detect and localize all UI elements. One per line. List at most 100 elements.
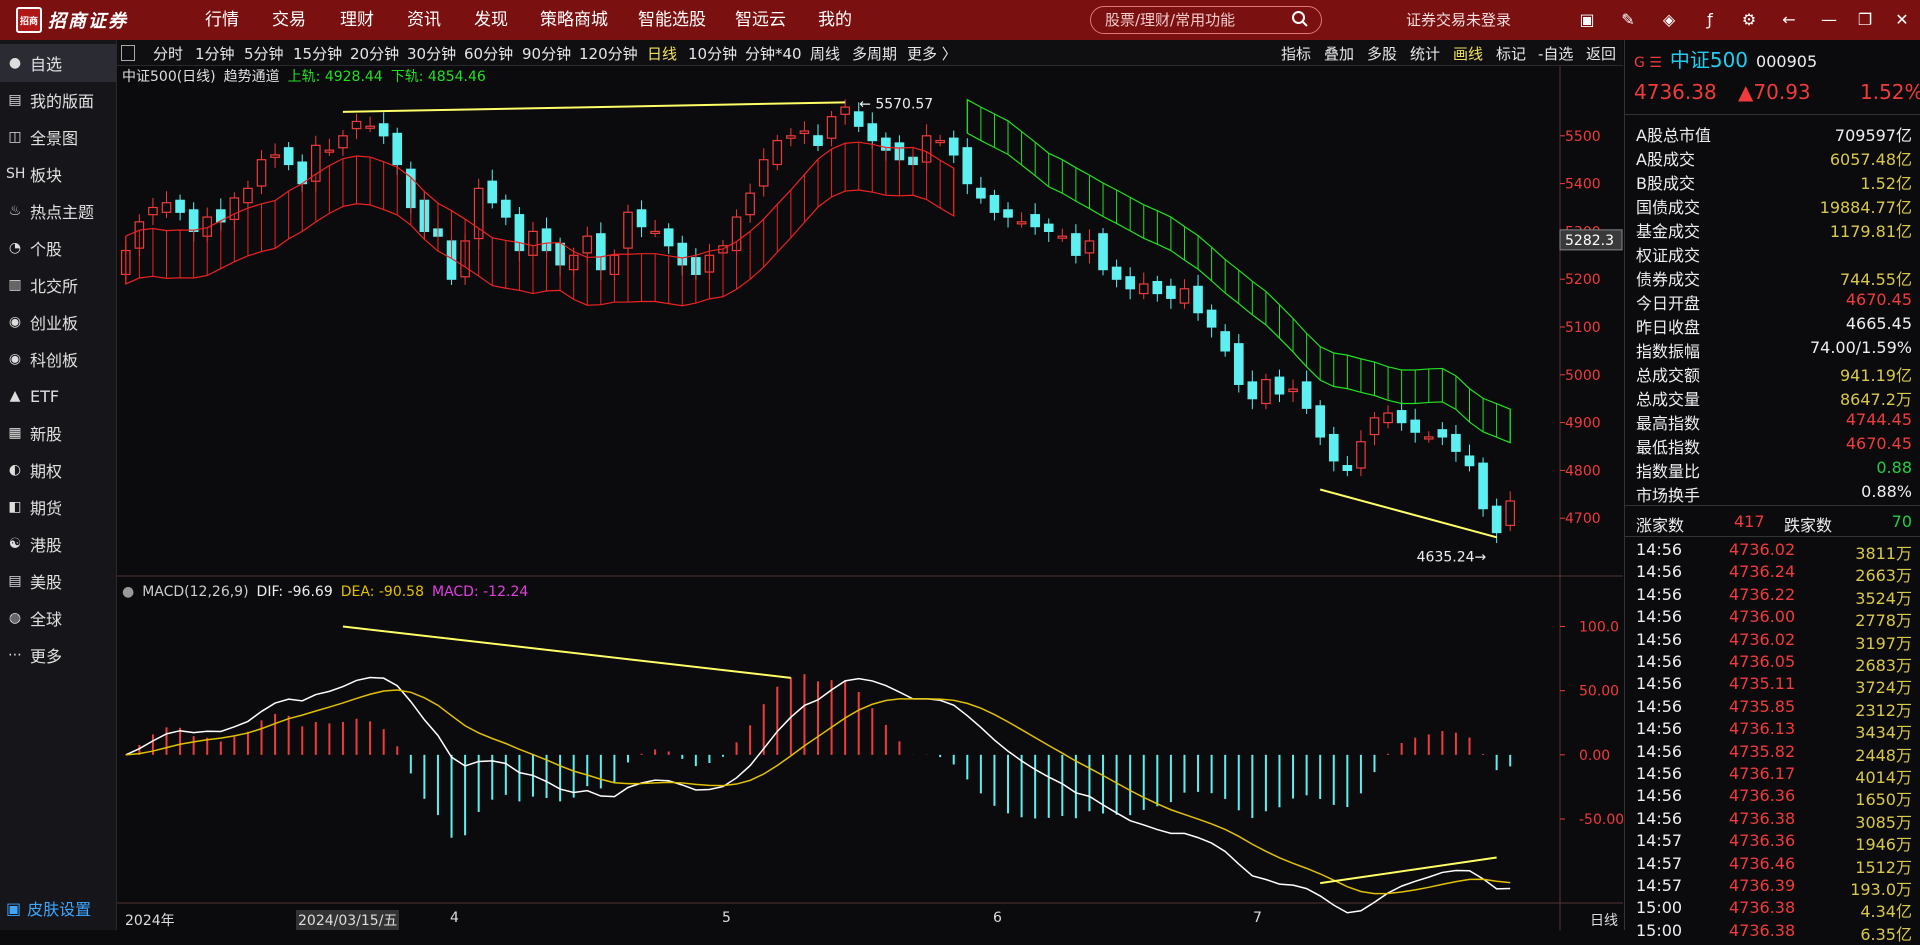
quote-header: G ☰ 中证500 000905 [1634, 44, 1817, 73]
tool-btn-6[interactable]: -自选 [1538, 43, 1573, 64]
tick-price: 4736.00 [1729, 607, 1796, 627]
macd-axis-label: 100.0 [1579, 620, 1619, 636]
tick-row: 14:56 4736.24 2663万 [1624, 562, 1920, 585]
login-status[interactable]: 证券交易未登录 [1406, 0, 1511, 40]
menu-quotes[interactable]: 行情 [205, 0, 239, 40]
sidebar-item-5[interactable]: ◔ 个股 [0, 229, 116, 267]
tick-time: 14:56 [1636, 719, 1683, 739]
stat-value: 4665.45 [1845, 314, 1912, 333]
skin-settings[interactable]: ▣ 皮肤设置 [0, 888, 116, 928]
period-btn-2[interactable]: 5分钟 [244, 43, 284, 64]
period-btn-6[interactable]: 60分钟 [464, 43, 513, 64]
period-btn-12[interactable]: 周线 [810, 43, 840, 64]
tool-btn-7[interactable]: 返回 [1586, 43, 1616, 64]
menu-mine[interactable]: 我的 [818, 0, 852, 40]
candle-body [365, 125, 375, 129]
menu-wealth[interactable]: 理财 [340, 0, 374, 40]
stat-row: 总成交量 8647.2万 [1624, 384, 1920, 409]
tick-time: 14:56 [1636, 607, 1683, 627]
sidebar-item-7[interactable]: ◉ 创业板 [0, 303, 116, 341]
period-btn-4[interactable]: 20分钟 [350, 43, 399, 64]
search-input[interactable]: 股票/理财/常用功能 [1090, 6, 1322, 34]
sidebar-item-2[interactable]: ◫ 全景图 [0, 118, 116, 156]
candle-body [297, 161, 308, 185]
sidebar-item-label: 美股 [30, 573, 63, 592]
search-icon[interactable] [1291, 10, 1309, 28]
candle-body [813, 135, 823, 146]
stat-row: 最高指数 4744.45 [1624, 408, 1920, 433]
stat-row: 最低指数 4670.45 [1624, 432, 1920, 457]
menu-news[interactable]: 资讯 [407, 0, 441, 40]
period-btn-7[interactable]: 90分钟 [522, 43, 571, 64]
restore-icon[interactable]: ❐ [1855, 10, 1875, 30]
menu-strategy-mall[interactable]: 策略商城 [540, 0, 608, 40]
etf-icon: ▲ [9, 388, 21, 404]
period-btn-3[interactable]: 15分钟 [293, 43, 342, 64]
sidebar-item-12[interactable]: ◧ 期货 [0, 488, 116, 526]
period-btn-1[interactable]: 1分钟 [195, 43, 235, 64]
menu-discover[interactable]: 发现 [474, 0, 508, 40]
panel-toggle-icon[interactable] [121, 45, 135, 61]
menu-trade[interactable]: 交易 [272, 0, 306, 40]
tick-row: 14:56 4736.02 3197万 [1624, 630, 1920, 653]
sidebar-item-0[interactable]: ● 自选 [0, 44, 116, 82]
x-axis-label: 5 [722, 910, 731, 926]
stat-value: 744.55亿 [1840, 270, 1912, 289]
stat-label: 昨日收盘 [1636, 318, 1701, 337]
gear-icon[interactable]: ⚙ [1739, 10, 1759, 30]
sidebar-item-3[interactable]: SH 板块 [0, 155, 116, 193]
up-count: 417 [1734, 512, 1765, 531]
sidebar-item-11[interactable]: ◐ 期权 [0, 451, 116, 489]
stat-label: 指数振幅 [1636, 342, 1701, 361]
tick-row: 15:00 4736.38 4.34亿 [1624, 898, 1920, 921]
candle-body [1261, 378, 1271, 405]
sidebar-item-9[interactable]: ▲ ETF [0, 377, 116, 415]
period-btn-14[interactable]: 更多 〉 [907, 43, 957, 64]
tool-btn-1[interactable]: 叠加 [1324, 43, 1354, 64]
tool-btn-2[interactable]: 多股 [1367, 43, 1397, 64]
candle-body [1369, 417, 1380, 436]
tool-btn-4[interactable]: 画线 [1453, 43, 1483, 64]
tick-time: 14:56 [1636, 764, 1683, 783]
menu-smart-picker[interactable]: 智能选股 [638, 0, 706, 40]
sidebar-item-15[interactable]: ◍ 全球 [0, 599, 116, 637]
close-icon[interactable]: ✕ [1892, 10, 1912, 30]
period-btn-10[interactable]: 10分钟 [688, 43, 737, 64]
sidebar-item-10[interactable]: ▦ 新股 [0, 414, 116, 452]
back-icon[interactable]: ← [1779, 10, 1799, 30]
brand-logo[interactable]: 招商 招商证券 [16, 7, 144, 33]
trade-icon[interactable]: ▣ [1577, 10, 1597, 30]
tool-btn-0[interactable]: 指标 [1281, 43, 1311, 64]
tick-volume: 1650万 [1855, 790, 1912, 810]
menu-zhiyuan-cloud[interactable]: 智远云 [735, 0, 786, 40]
period-btn-11[interactable]: 分钟*40 [745, 43, 802, 64]
sidebar-item-8[interactable]: ◉ 科创板 [0, 340, 116, 378]
candle-body [1437, 429, 1448, 438]
cube-icon[interactable]: ◈ [1659, 10, 1679, 30]
sidebar-item-label: 科创板 [30, 351, 79, 370]
tool-btn-3[interactable]: 统计 [1410, 43, 1440, 64]
kline-chart[interactable]: 5500540053005200510050004900480047005282… [117, 66, 1623, 930]
stat-value: 0.88% [1861, 482, 1912, 501]
period-btn-0[interactable]: 分时 [153, 43, 183, 64]
formula-icon[interactable]: ƒ [1700, 10, 1720, 30]
period-btn-8[interactable]: 120分钟 [579, 43, 638, 64]
minimize-icon[interactable]: — [1819, 10, 1839, 30]
candle-body [1464, 455, 1475, 467]
divider [1625, 536, 1920, 537]
candle-body [1478, 462, 1488, 510]
sidebar-item-4[interactable]: ♨ 热点主题 [0, 192, 116, 230]
period-btn-13[interactable]: 多周期 [852, 43, 897, 64]
sidebar-item-1[interactable]: ▤ 我的版面 [0, 81, 116, 119]
sidebar-item-6[interactable]: ▥ 北交所 [0, 266, 116, 304]
sidebar-item-16[interactable]: ⋯ 更多 [0, 636, 116, 674]
period-btn-9[interactable]: 日线 [647, 43, 677, 64]
tool-btn-5[interactable]: 标记 [1496, 43, 1526, 64]
sidebar-item-13[interactable]: ☯ 港股 [0, 525, 116, 563]
sidebar-item-14[interactable]: ▤ 美股 [0, 562, 116, 600]
period-btn-5[interactable]: 30分钟 [407, 43, 456, 64]
tick-price: 4736.02 [1729, 540, 1796, 559]
edit-icon[interactable]: ✎ [1618, 10, 1638, 30]
brand-name: 招商证券 [48, 11, 128, 32]
stat-row: 债券成交 744.55亿 [1624, 264, 1920, 289]
